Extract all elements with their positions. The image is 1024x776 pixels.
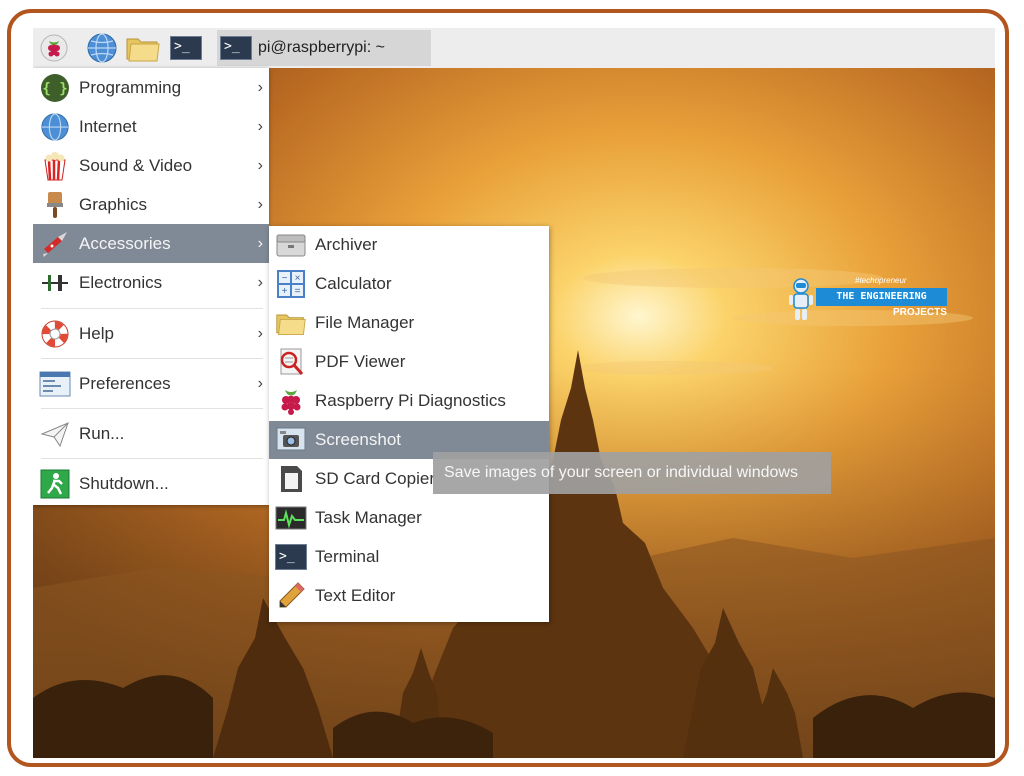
menu-separator (41, 358, 263, 359)
menu-separator (41, 308, 263, 309)
pencil-icon (275, 580, 307, 612)
robot-mascot-icon (789, 278, 813, 320)
tooltip: Save images of your screen or individual… (433, 452, 831, 494)
pocket-knife-icon (39, 228, 71, 260)
svg-text:×: × (295, 273, 301, 284)
submenu-item-label: Screenshot (315, 430, 401, 449)
menu-item-internet[interactable]: Internet › (33, 107, 269, 146)
taskbar: >_ >_ pi@raspberrypi: ~ (33, 28, 995, 68)
sd-card-icon (275, 463, 307, 495)
submenu-item-archiver[interactable]: Archiver (269, 226, 549, 264)
component-icon (39, 267, 71, 299)
globe-icon (39, 111, 71, 143)
submenu-item-label: Text Editor (315, 586, 396, 605)
chevron-right-icon: › (257, 374, 263, 392)
submenu-item-task-manager[interactable]: Task Manager (269, 499, 549, 537)
menu-button[interactable] (39, 33, 69, 63)
preferences-icon (39, 368, 71, 400)
menu-item-programming[interactable]: { } Programming › (33, 68, 269, 107)
submenu-item-text-editor[interactable]: Text Editor (269, 577, 549, 615)
svg-text:=: = (295, 286, 301, 297)
submenu-item-label: Terminal (315, 547, 380, 566)
submenu-item-calculator[interactable]: − × + = Calculator (269, 265, 549, 303)
terminal-glyph: >_ (275, 544, 307, 570)
submenu-item-file-manager[interactable]: File Manager (269, 304, 549, 342)
chevron-right-icon: › (257, 195, 263, 213)
paper-plane-icon (39, 418, 71, 450)
terminal-icon: >_ (275, 541, 307, 573)
menu-item-help[interactable]: Help › (33, 314, 269, 353)
file-manager-button[interactable] (125, 33, 161, 63)
raspberry-icon (275, 385, 307, 417)
menu-item-label: Shutdown... (79, 473, 169, 493)
chevron-right-icon: › (257, 273, 263, 291)
menu-item-preferences[interactable]: Preferences › (33, 364, 269, 403)
menu-item-label: Preferences (79, 373, 171, 393)
menu-separator (41, 408, 263, 409)
globe-icon (87, 33, 117, 63)
terminal-icon: >_ (220, 36, 252, 60)
folder-icon (126, 38, 160, 62)
lifebuoy-icon (39, 318, 71, 350)
submenu-item-label: PDF Viewer (315, 352, 406, 371)
terminal-launcher-button[interactable]: >_ (169, 33, 203, 63)
menu-item-run[interactable]: Run... (33, 414, 269, 453)
watermark-tag: #techopreneur (855, 276, 907, 285)
camera-icon (275, 424, 307, 456)
svg-text:+: + (282, 286, 288, 297)
menu-item-label: Run... (79, 423, 125, 443)
menu-item-label: Internet (79, 116, 137, 136)
submenu-item-label: File Manager (315, 313, 415, 332)
engineering-projects-logo: #techopreneur THE ENGINEERING PROJECTS (788, 276, 948, 324)
menu-item-sound-video[interactable]: Sound & Video › (33, 146, 269, 185)
watermark-subtitle: PROJECTS (893, 307, 947, 318)
chevron-right-icon: › (257, 156, 263, 174)
submenu-item-label: Task Manager (315, 508, 422, 527)
menu-separator (41, 458, 263, 459)
menu-item-label: Sound & Video (79, 155, 193, 175)
chevron-right-icon: › (257, 78, 263, 96)
menu-item-graphics[interactable]: Graphics › (33, 185, 269, 224)
chevron-right-icon: › (257, 117, 263, 135)
menu-item-label: Graphics (79, 194, 148, 214)
desktop-screen: #techopreneur THE ENGINEERING PROJECTS >… (33, 28, 995, 758)
submenu-item-pdf-viewer[interactable]: PDF Viewer (269, 343, 549, 381)
terminal-icon: >_ (170, 36, 202, 60)
calculator-icon: − × + = (275, 268, 307, 300)
popcorn-icon (39, 150, 71, 182)
task-manager-icon (275, 502, 307, 534)
folder-icon (275, 307, 307, 339)
submenu-item-raspberry-pi-diagnostics[interactable]: Raspberry Pi Diagnostics (269, 382, 549, 420)
submenu-item-label: Calculator (315, 274, 392, 293)
pdf-viewer-icon (275, 346, 307, 378)
menu-item-label: Electronics (79, 272, 163, 292)
applications-menu: { } Programming › Internet › Sound & Vid… (33, 68, 269, 505)
exit-icon (39, 468, 71, 500)
menu-item-accessories[interactable]: Accessories › (33, 224, 269, 263)
menu-item-label: Programming (79, 77, 182, 97)
submenu-item-label: SD Card Copier (315, 469, 435, 488)
menu-item-label: Help (79, 323, 114, 343)
web-browser-button[interactable] (85, 33, 119, 63)
accessories-submenu: Archiver − × + = Calculator File Manager PD… (269, 226, 549, 622)
paintbrush-icon (39, 189, 71, 221)
menu-item-shutdown[interactable]: Shutdown... (33, 464, 269, 503)
submenu-item-label: Archiver (315, 235, 378, 254)
menu-item-label: Accessories (79, 233, 171, 253)
raspberry-icon (40, 34, 68, 62)
menu-item-electronics[interactable]: Electronics › (33, 263, 269, 302)
submenu-item-label: Raspberry Pi Diagnostics (315, 391, 506, 410)
svg-text:−: − (282, 273, 288, 284)
chevron-right-icon: › (257, 324, 263, 342)
submenu-item-terminal[interactable]: >_ Terminal (269, 538, 549, 576)
archive-icon (275, 229, 307, 261)
taskbar-window-label: pi@raspberrypi: ~ (258, 39, 385, 56)
taskbar-window-terminal[interactable]: >_ pi@raspberrypi: ~ (217, 30, 431, 66)
watermark-title: THE ENGINEERING (816, 288, 947, 306)
svg-text:{ }: { } (42, 81, 67, 97)
braces-icon: { } (39, 72, 71, 104)
chevron-right-icon: › (257, 234, 263, 252)
